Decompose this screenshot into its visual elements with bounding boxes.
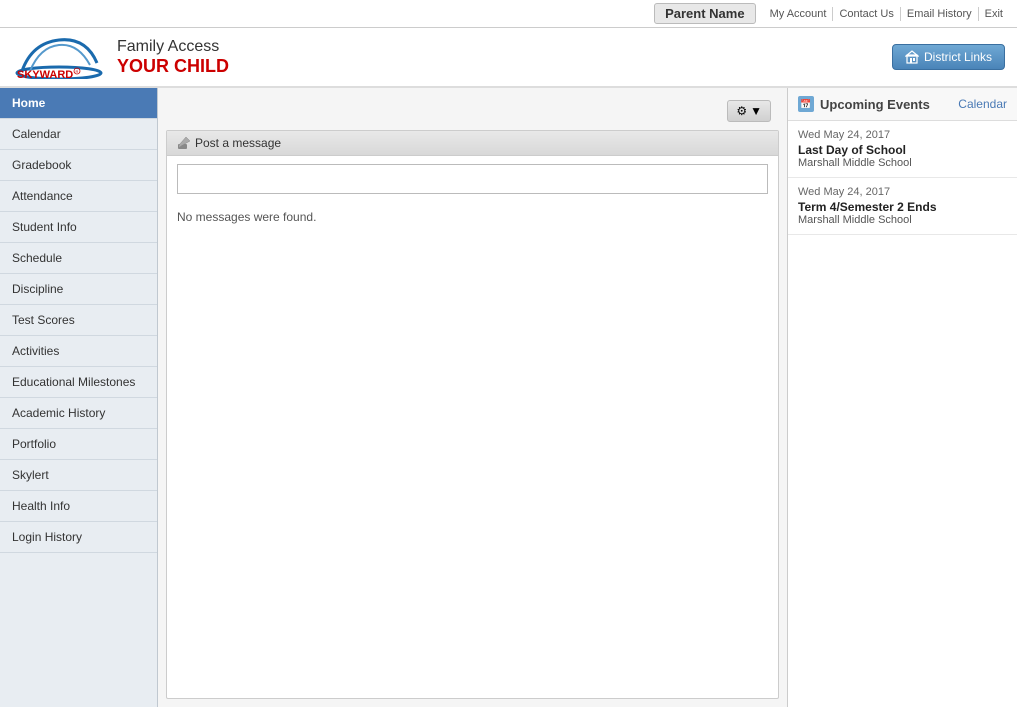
logo-area: SKYWARD ® R Family Access YOUR CHILD xyxy=(12,35,229,79)
svg-text:SKYWARD: SKYWARD xyxy=(17,69,73,79)
gear-icon: ⚙ xyxy=(736,104,747,118)
sidebar-item-schedule[interactable]: Schedule xyxy=(0,243,157,274)
message-panel: Post a message No messages were found. xyxy=(166,130,779,699)
message-input[interactable] xyxy=(177,164,768,194)
sidebar-item-test-scores[interactable]: Test Scores xyxy=(0,305,157,336)
gear-settings-button[interactable]: ⚙ ▼ xyxy=(727,100,771,122)
post-message-button[interactable]: Post a message xyxy=(177,136,281,150)
event-title-1[interactable]: Term 4/Semester 2 Ends xyxy=(798,200,1007,214)
event-title-0[interactable]: Last Day of School xyxy=(798,143,1007,157)
sidebar-item-attendance[interactable]: Attendance xyxy=(0,181,157,212)
pencil-icon xyxy=(177,136,191,150)
events-header-left: 📅 Upcoming Events xyxy=(798,96,930,112)
app-name: Family Access xyxy=(117,38,229,56)
event-school-0: Marshall Middle School xyxy=(798,157,1007,169)
district-links-button[interactable]: District Links xyxy=(892,44,1005,70)
sidebar: HomeCalendarGradebookAttendanceStudent I… xyxy=(0,88,158,707)
email-history-link[interactable]: Email History xyxy=(901,7,979,21)
post-message-label: Post a message xyxy=(195,136,281,150)
event-date-1: Wed May 24, 2017 xyxy=(798,186,1007,198)
child-name: YOUR CHILD xyxy=(117,56,229,77)
message-panel-header: Post a message xyxy=(167,131,778,156)
sidebar-item-skylert[interactable]: Skylert xyxy=(0,460,157,491)
skyward-logo: SKYWARD ® R xyxy=(12,35,107,79)
sidebar-item-student-info[interactable]: Student Info xyxy=(0,212,157,243)
calendar-icon: 📅 xyxy=(798,96,814,112)
calendar-link[interactable]: Calendar xyxy=(958,97,1007,111)
sidebar-item-activities[interactable]: Activities xyxy=(0,336,157,367)
events-panel: 📅 Upcoming Events Calendar Wed May 24, 2… xyxy=(787,88,1017,707)
building-icon xyxy=(905,50,919,64)
events-list: Wed May 24, 2017Last Day of SchoolMarsha… xyxy=(788,121,1017,235)
logo-text-area: Family Access YOUR CHILD xyxy=(117,38,229,77)
no-messages-text: No messages were found. xyxy=(167,202,778,232)
my-account-link[interactable]: My Account xyxy=(764,7,834,21)
sidebar-item-portfolio[interactable]: Portfolio xyxy=(0,429,157,460)
top-navigation: Parent Name My Account Contact Us Email … xyxy=(0,0,1017,28)
exit-link[interactable]: Exit xyxy=(979,7,1009,21)
app-header: SKYWARD ® R Family Access YOUR CHILD Dis… xyxy=(0,28,1017,88)
sidebar-item-academic-history[interactable]: Academic History xyxy=(0,398,157,429)
content-area: ⚙ ▼ Post a message No messages were foun… xyxy=(158,88,787,707)
events-title: Upcoming Events xyxy=(820,97,930,112)
sidebar-item-login-history[interactable]: Login History xyxy=(0,522,157,553)
sidebar-item-home[interactable]: Home xyxy=(0,88,157,119)
gear-dropdown-icon: ▼ xyxy=(750,104,762,118)
sidebar-item-calendar[interactable]: Calendar xyxy=(0,119,157,150)
sidebar-item-discipline[interactable]: Discipline xyxy=(0,274,157,305)
main-layout: HomeCalendarGradebookAttendanceStudent I… xyxy=(0,88,1017,707)
sidebar-item-educational-milestones[interactable]: Educational Milestones xyxy=(0,367,157,398)
parent-name-badge: Parent Name xyxy=(654,3,755,24)
panel-toolbar: ⚙ ▼ xyxy=(166,96,779,122)
event-item-1: Wed May 24, 2017 Term 4/Semester 2 EndsMa… xyxy=(788,178,1017,235)
sidebar-item-health-info[interactable]: Health Info xyxy=(0,491,157,522)
district-links-label: District Links xyxy=(924,50,992,64)
events-header: 📅 Upcoming Events Calendar xyxy=(788,88,1017,121)
svg-text:®: ® xyxy=(17,69,25,79)
sidebar-item-gradebook[interactable]: Gradebook xyxy=(0,150,157,181)
contact-us-link[interactable]: Contact Us xyxy=(833,7,900,21)
svg-text:R: R xyxy=(76,69,79,74)
event-item-0: Wed May 24, 2017 Last Day of SchoolMarsha… xyxy=(788,121,1017,178)
event-school-1: Marshall Middle School xyxy=(798,214,1007,226)
event-date-0: Wed May 24, 2017 xyxy=(798,129,1007,141)
